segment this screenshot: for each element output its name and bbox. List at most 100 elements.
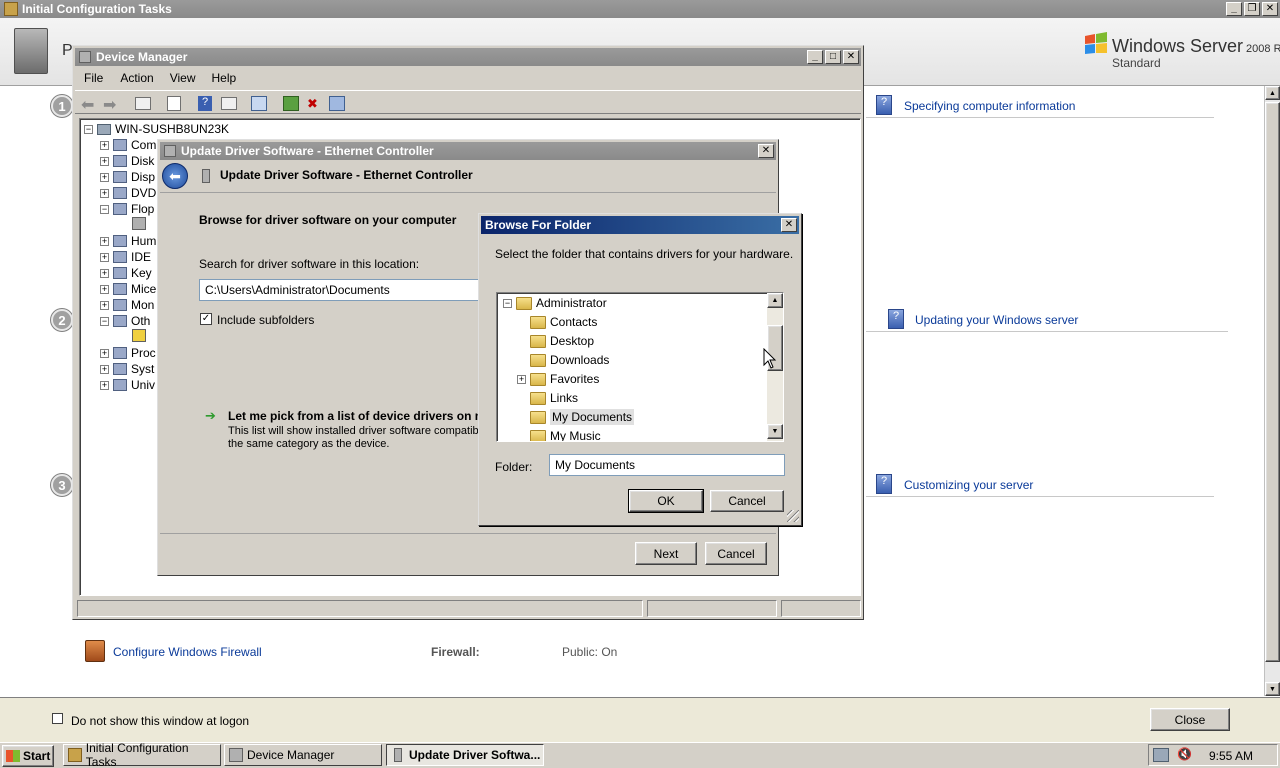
bf-titlebar[interactable]: Browse For Folder ✕ [481,216,799,234]
minimize-button[interactable]: _ [1226,2,1242,16]
device-category[interactable]: − Flop [100,201,154,217]
expand-icon[interactable]: + [100,364,109,374]
device-category[interactable]: + Proc [100,345,156,361]
expand-icon[interactable]: + [100,140,109,150]
dm-menubar: File Action View Help [75,68,861,88]
close-button[interactable]: ✕ [758,144,774,158]
start-button[interactable]: Start [2,745,54,767]
folder-input[interactable]: My Documents [549,454,785,476]
device-category[interactable]: + Univ [100,377,155,393]
network-icon[interactable] [1153,748,1169,762]
expand-icon[interactable]: + [100,268,109,278]
folder-tree-item[interactable]: Links [517,390,578,406]
ud-titlebar[interactable]: Update Driver Software - Ethernet Contro… [160,142,776,160]
folder-tree-item[interactable]: My Documents [517,409,635,425]
device-category[interactable]: + Disp [100,169,155,185]
folder-tree-item[interactable]: Downloads [517,352,609,368]
device-category[interactable]: + Mon [100,297,154,313]
resize-grip-icon[interactable] [787,510,799,522]
volume-muted-icon[interactable]: 🔇 [1177,747,1192,761]
minimize-button[interactable]: _ [807,50,823,64]
ict-titlebar[interactable]: Initial Configuration Tasks _ ❐ ✕ [0,0,1280,18]
link-configure-firewall[interactable]: Configure Windows Firewall [113,645,262,659]
ok-button[interactable]: OK [628,489,704,513]
pick-from-list-link[interactable]: Let me pick from a list of device driver… [228,409,480,423]
expand-icon[interactable]: + [100,172,109,182]
collapse-icon[interactable]: − [100,204,109,214]
ict-scrollbar[interactable]: ▲ ▼ [1264,86,1280,696]
device-category[interactable]: + Key [100,265,152,281]
device-icon[interactable] [132,217,146,230]
warning-device-icon[interactable] [132,329,146,342]
brand-version: 2008 R2 [1246,43,1280,55]
expand-icon[interactable]: + [100,188,109,198]
cancel-button[interactable]: Cancel [705,542,767,565]
link-updating-server[interactable]: Updating your Windows server [915,313,1078,327]
cancel-button[interactable]: Cancel [710,490,784,512]
expand-icon[interactable]: + [100,284,109,294]
expand-icon[interactable]: + [100,252,109,262]
menu-help[interactable]: Help [204,71,245,85]
update-driver-icon[interactable] [283,96,299,111]
menu-view[interactable]: View [162,71,204,85]
device-category[interactable]: + Syst [100,361,154,377]
taskbar-item-ict[interactable]: Initial Configuration Tasks [63,741,221,768]
device-category[interactable]: + Mice [100,281,156,297]
folder-tree-item[interactable]: + Favorites [517,371,599,387]
taskbar-item-device-manager[interactable]: Device Manager [224,744,382,766]
device-category[interactable]: + IDE [100,249,151,265]
show-hide-tree-icon[interactable] [135,97,151,110]
tree-root[interactable]: − WIN-SUSHB8UN23K [84,121,229,137]
collapse-icon[interactable]: − [84,124,93,134]
close-ict-button[interactable]: Close [1150,708,1230,731]
device-category[interactable]: + Com [100,137,156,153]
folder-tree[interactable]: − Administrator Contacts Desktop Downloads + F… [496,292,784,442]
driver-path-input[interactable]: C:\Users\Administrator\Documents [199,279,499,301]
scroll-thumb[interactable] [1265,102,1280,662]
restore-button[interactable]: ❐ [1244,2,1260,16]
taskbar-item-update-driver[interactable]: Update Driver Softwa... [386,744,544,766]
back-button[interactable]: ⬅ [162,163,188,189]
collapse-icon[interactable]: − [503,298,512,308]
folder-tree-item[interactable]: Contacts [517,314,597,330]
disable-device-icon[interactable] [329,96,345,111]
dm-titlebar[interactable]: Device Manager _ □ ✕ [75,48,861,66]
scroll-down-arrow[interactable]: ▼ [767,424,783,439]
uninstall-icon[interactable]: ✖ [307,96,323,111]
scroll-up-arrow[interactable]: ▲ [767,293,783,308]
maximize-button[interactable]: □ [825,50,841,64]
view-icon[interactable] [221,97,237,110]
expand-icon[interactable]: + [517,374,526,384]
help-icon[interactable]: ? [198,96,212,111]
expand-icon[interactable]: + [100,348,109,358]
dont-show-checkbox[interactable] [52,713,63,724]
close-button[interactable]: ✕ [843,50,859,64]
menu-file[interactable]: File [75,71,112,85]
properties-icon[interactable] [167,96,181,111]
expand-icon[interactable]: + [100,380,109,390]
folder-tree-item[interactable]: − Administrator [503,295,607,311]
folder-tree-item[interactable]: Desktop [517,333,594,349]
scroll-up-arrow[interactable]: ▲ [1265,86,1280,100]
clock[interactable]: 9:55 AM [1209,749,1253,763]
link-specifying-computer-info[interactable]: Specifying computer information [904,99,1075,113]
include-subfolders-checkbox[interactable]: ✓ [200,313,212,325]
menu-action[interactable]: Action [112,71,161,85]
expand-icon[interactable]: + [100,300,109,310]
collapse-icon[interactable]: − [100,316,109,326]
device-category[interactable]: + DVD [100,185,156,201]
scroll-down-arrow[interactable]: ▼ [1265,682,1280,696]
next-button[interactable]: Next [635,542,697,565]
forward-arrow-icon[interactable]: ➡ [103,95,116,115]
device-category[interactable]: − Oth [100,313,150,329]
device-category[interactable]: + Disk [100,153,154,169]
link-customizing-server[interactable]: Customizing your server [904,478,1033,492]
folder-tree-item[interactable]: My Music [517,428,601,441]
close-button[interactable]: ✕ [781,218,797,232]
expand-icon[interactable]: + [100,236,109,246]
scan-hardware-icon[interactable] [251,96,267,111]
expand-icon[interactable]: + [100,156,109,166]
back-arrow-icon[interactable]: ⬅ [81,95,94,115]
close-button[interactable]: ✕ [1262,2,1278,16]
device-category[interactable]: + Hum [100,233,156,249]
